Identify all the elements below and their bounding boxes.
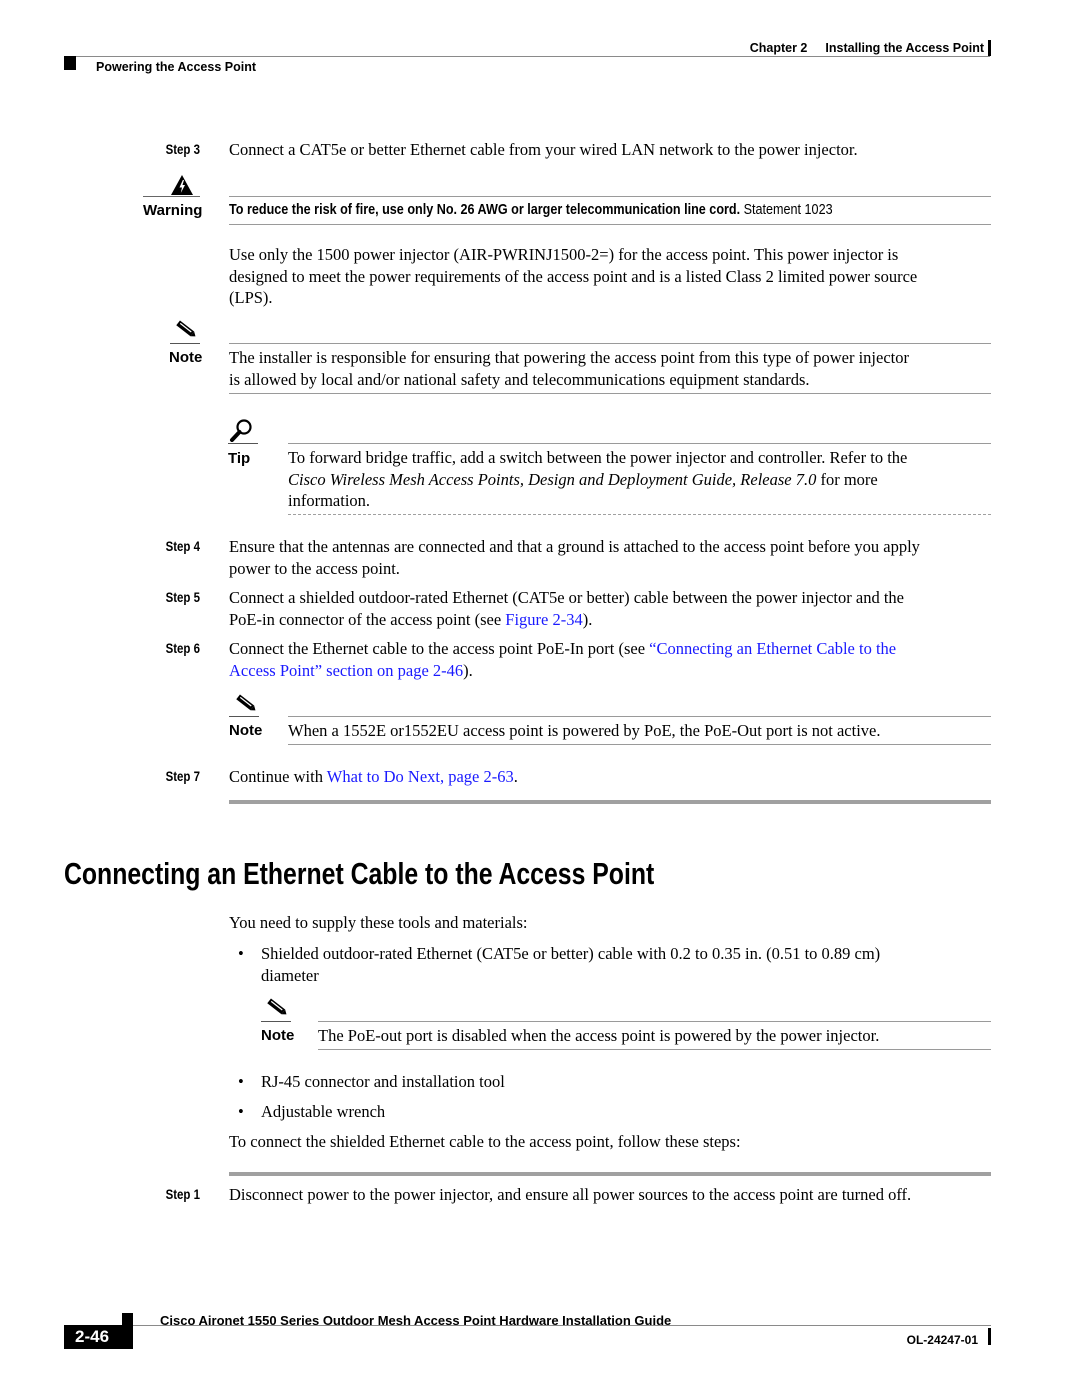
step3-text: Connect a CAT5e or better Ethernet cable… <box>229 140 858 159</box>
header-section: Powering the Access Point <box>96 60 256 74</box>
note2-icon-underline <box>229 716 259 717</box>
warning-text: To reduce the risk of fire, use only No.… <box>229 201 833 218</box>
tip-top-rule <box>288 443 991 444</box>
warning-bottom-rule <box>229 224 991 225</box>
footer-square <box>122 1313 133 1325</box>
figure-link[interactable]: Figure 2-34 <box>505 610 582 629</box>
footer-guide-title: Cisco Aironet 1550 Series Outdoor Mesh A… <box>160 1313 672 1328</box>
section-link-cont[interactable]: Access Point” section on page 2-46 <box>229 661 463 680</box>
header-square <box>64 56 76 70</box>
note1-top-rule <box>229 343 991 344</box>
section-title: Connecting an Ethernet Cable to the Acce… <box>64 856 655 891</box>
bullet-item: • Shielded outdoor-rated Ethernet (CAT5e… <box>238 944 881 985</box>
header-rule <box>64 56 990 57</box>
note2-text: When a 1552E or1552EU access point is po… <box>288 721 881 740</box>
header-bar <box>988 40 991 56</box>
section-link[interactable]: “Connecting an Ethernet Cable to the <box>649 639 896 658</box>
steps-intro: To connect the shielded Ethernet cable t… <box>229 1132 741 1151</box>
pencil-icon <box>174 318 198 340</box>
procedure-end-rule <box>229 800 991 804</box>
section-note-bottom-rule <box>318 1049 991 1050</box>
what-next-link[interactable]: What to Do Next, page 2-63 <box>327 767 514 786</box>
tip-label: Tip <box>228 450 251 467</box>
step7-text: Continue with What to Do Next, page 2-63… <box>229 767 518 786</box>
pencil-icon <box>265 996 289 1018</box>
warning-top-rule <box>229 196 991 197</box>
section-intro: You need to supply these tools and mater… <box>229 913 528 932</box>
footer-bar <box>988 1328 991 1345</box>
note1-bottom-rule <box>229 393 991 394</box>
bullet-dot: • <box>238 944 244 963</box>
note2-bottom-rule <box>288 744 991 745</box>
note1-text: The installer is responsible for ensurin… <box>229 348 909 389</box>
section-note-label: Note <box>261 1027 295 1044</box>
tip-bottom-rule <box>288 514 991 515</box>
note2-label: Note <box>229 722 263 739</box>
tip-text: To forward bridge traffic, add a switch … <box>288 448 908 510</box>
magnifier-icon <box>229 418 255 442</box>
warning-icon <box>170 174 194 196</box>
section-note-icon-underline <box>261 1021 291 1022</box>
step4-text: Ensure that the antennas are connected a… <box>229 537 920 578</box>
section-note-text: The PoE-out port is disabled when the ac… <box>318 1026 880 1045</box>
note1-label: Note <box>169 349 203 366</box>
footer-rule <box>133 1325 991 1326</box>
note2-top-rule <box>288 716 991 717</box>
section-step1-text: Disconnect power to the power injector, … <box>229 1185 912 1204</box>
pencil-icon <box>234 692 258 714</box>
bullet-dot: • <box>238 1072 244 1091</box>
warning-icon-underline <box>143 196 200 197</box>
procedure-start-rule <box>229 1172 991 1176</box>
injector-paragraph: Use only the 1500 power injector (AIR-PW… <box>229 245 918 307</box>
step5-text: Connect a shielded outdoor-rated Etherne… <box>229 588 904 629</box>
page-number-box: 2-46 <box>64 1325 133 1349</box>
footer-doc-id: OL-24247-01 <box>906 1333 978 1347</box>
bullet-item: • Adjustable wrench <box>238 1102 386 1121</box>
section-note-top-rule <box>318 1021 991 1022</box>
header-chapter-title-text: Installing the Access Point <box>825 41 984 55</box>
step6-text: Connect the Ethernet cable to the access… <box>229 639 897 680</box>
header-chapter: Chapter 2 <box>749 41 808 55</box>
bullet-dot: • <box>238 1102 244 1121</box>
tip-icon-underline <box>228 443 258 444</box>
note1-icon-underline <box>170 343 200 344</box>
warning-label: Warning <box>143 202 203 219</box>
bullet-item: • RJ-45 connector and installation tool <box>238 1072 505 1091</box>
